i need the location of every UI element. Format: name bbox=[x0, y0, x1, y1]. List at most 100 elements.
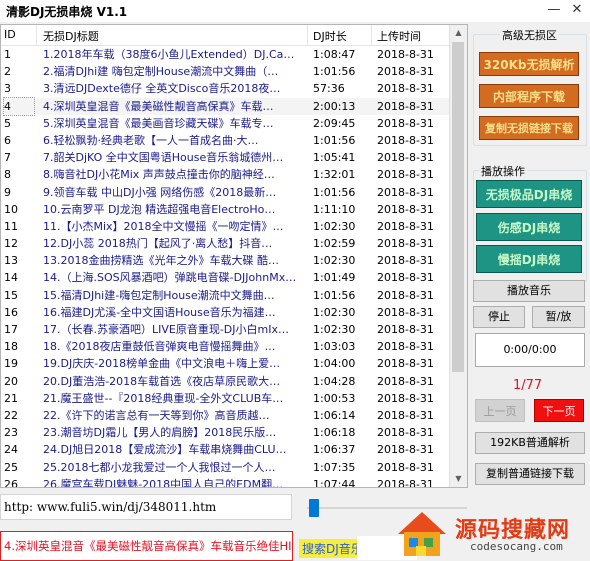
table-row[interactable]: 6 6.轻松飘勃·经典老歌【一人一首成名曲·大… 1:01:56 2018-8-31 bbox=[1, 132, 450, 149]
row-date: 2018-8-31 bbox=[377, 99, 434, 113]
row-id: 2 bbox=[4, 65, 11, 79]
row-duration: 1:01:56 bbox=[313, 185, 356, 199]
row-title: 7.韶关DjKO 全中文国粤语House音乐翁城德州… bbox=[43, 151, 284, 165]
column-date[interactable]: 上传时间 bbox=[377, 28, 421, 44]
table-row[interactable]: 21 21.魔王盛世--『2018经典重现-全外文CLUB车… 1:00:53 201… bbox=[1, 390, 450, 407]
hq-group-label: 高级无损区 bbox=[500, 27, 559, 43]
table-row[interactable]: 13 13.2018金曲捞精选《光年之外》车载大碟 酷… 1:02:30 2018-8… bbox=[1, 252, 450, 269]
sad-mix-button[interactable]: 伤感DJ串烧 bbox=[476, 213, 582, 241]
list-rows: 1 1.2018年车载（38度6小鱼儿Extended）DJ.Ca… 1:08:47… bbox=[1, 46, 450, 488]
row-duration: 2:09:45 bbox=[313, 116, 356, 130]
dj-list[interactable]: ID 无损DJ标题 DJ时长 上传时间 1 1.2018年车载（38度6小鱼儿Ex… bbox=[0, 24, 468, 488]
table-row[interactable]: 10 10.云南罗平 DJ龙泡 精选超强电音ElectroHo… 1:11:10 20… bbox=[1, 201, 450, 218]
row-date: 2018-8-31 bbox=[377, 271, 434, 285]
table-row[interactable]: 19 19.DJ庆庆-2018榜单金曲《中文浪电＋嗨上爱… 1:04:00 2018-… bbox=[1, 355, 450, 372]
row-id: 20 bbox=[4, 374, 18, 388]
table-row[interactable]: 3 3.清远DJDexte德仔 全英文Disco音乐2018夜… 57:36 2018… bbox=[1, 80, 450, 97]
next-page-button[interactable]: 下一页 bbox=[534, 399, 584, 422]
scroll-up-icon[interactable]: ▲ bbox=[450, 25, 467, 41]
table-row[interactable]: 16 16.福建DJ尤溪-全中文国语House音乐为福建… 1:02:30 2018-… bbox=[1, 304, 450, 321]
play-music-button[interactable]: 播放音乐 bbox=[473, 280, 585, 302]
play-group-label: 播放操作 bbox=[479, 163, 527, 179]
stop-button[interactable]: 停止 bbox=[473, 306, 525, 328]
table-row[interactable]: 25 25.2018七都小龙我爱过一个人我恨过一个人… 1:07:35 2018-8-… bbox=[1, 459, 450, 476]
column-divider[interactable] bbox=[371, 25, 372, 45]
scroll-thumb[interactable] bbox=[452, 42, 464, 372]
table-row[interactable]: 4 4.深圳英皇混音《最美磁性靓音高保真》车载… 2:00:13 2018-8-31 bbox=[1, 96, 450, 116]
row-duration: 1:07:44 bbox=[313, 477, 356, 488]
table-row[interactable]: 22 22.《许下的诺言总有一天等到你》高音质越… 1:06:14 2018-8-31 bbox=[1, 407, 450, 424]
row-date: 2018-8-31 bbox=[377, 357, 434, 371]
row-duration: 1:32:01 bbox=[313, 168, 356, 182]
table-row[interactable]: 15 15.福清DJhi建-嗨包定制House潮流中文舞曲… 1:01:56 2018… bbox=[1, 287, 450, 304]
table-row[interactable]: 5 5.深圳英皇混音《最美画音珍藏天碟》车载专… 2:09:45 2018-8-31 bbox=[1, 115, 450, 132]
row-id: 9 bbox=[4, 185, 11, 199]
slow-mix-button[interactable]: 慢摇DJ串烧 bbox=[476, 245, 582, 273]
row-id: 19 bbox=[4, 357, 18, 371]
internal-download-button[interactable]: 内部程序下载 bbox=[479, 84, 579, 108]
table-row[interactable]: 8 8.嗨音社DJ小花Mix 声声鼓点撞击你的脑神经… 1:32:01 2018-8-… bbox=[1, 166, 450, 183]
table-row[interactable]: 1 1.2018年车载（38度6小鱼儿Extended）DJ.Ca… 1:08:47… bbox=[1, 46, 450, 63]
url-field[interactable]: http: www.fuli5.win/dj/348011.htm bbox=[0, 494, 292, 520]
table-row[interactable]: 11 11.【小杰Mix】2018全中文慢摇《一吻定情》… 1:02:30 2018-… bbox=[1, 218, 450, 235]
list-scrollbar[interactable]: ▲ ▼ bbox=[449, 25, 467, 487]
row-duration: 1:06:14 bbox=[313, 408, 356, 422]
table-row[interactable]: 20 20.DJ董浩浩-2018车载首选《夜店草原民歌大… 1:04:28 2018-… bbox=[1, 373, 450, 390]
row-title: 19.DJ庆庆-2018榜单金曲《中文浪电＋嗨上爱… bbox=[43, 357, 281, 371]
column-divider[interactable] bbox=[307, 25, 308, 45]
column-duration[interactable]: DJ时长 bbox=[313, 28, 347, 44]
row-id: 4 bbox=[3, 96, 35, 116]
table-row[interactable]: 17 17.（长春.苏豪酒吧）LIVE原音重现-DJ小白mIx… 1:02:30 20… bbox=[1, 321, 450, 338]
row-title: 25.2018七都小龙我爱过一个人我恨过一个人… bbox=[43, 460, 276, 474]
copy-normal-link-button[interactable]: 复制普通链接下载 bbox=[475, 463, 585, 485]
row-duration: 1:01:56 bbox=[313, 288, 356, 302]
prev-page-button[interactable]: 上一页 bbox=[475, 399, 525, 422]
row-duration: 1:02:30 bbox=[313, 254, 356, 268]
row-date: 2018-8-31 bbox=[377, 460, 434, 474]
column-divider[interactable] bbox=[36, 25, 37, 45]
table-row[interactable]: 26 26.魔宫车载DJ魅魅-2018中国人自己的EDM翻… 1:07:44 2018… bbox=[1, 476, 450, 488]
column-title[interactable]: 无损DJ标题 bbox=[43, 28, 99, 44]
table-row[interactable]: 12 12.DJ小蕊 2018热门【起风了·离人愁】抖音… 1:02:59 2018-… bbox=[1, 235, 450, 252]
table-row[interactable]: 23 23.潮音坊DJ霜儿【男人的肩膀】2018民乐版… 1:06:18 2018-8… bbox=[1, 424, 450, 441]
row-date: 2018-8-31 bbox=[377, 477, 434, 488]
minimize-button[interactable]: — bbox=[545, 2, 563, 18]
table-row[interactable]: 14 14.（上海.SOS风暴酒吧）弹跳电音碟-DJJohnMx… 1:01:49 2… bbox=[1, 269, 450, 286]
row-id: 10 bbox=[4, 202, 18, 216]
row-date: 2018-8-31 bbox=[377, 305, 434, 319]
window-title: 清影DJ无损串烧 V1.1 bbox=[6, 5, 128, 19]
row-id: 21 bbox=[4, 391, 18, 405]
table-row[interactable]: 2 2.福清DJhi建 嗨包定制House潮流中文舞曲（… 1:01:56 2018-… bbox=[1, 63, 450, 80]
row-date: 2018-8-31 bbox=[377, 48, 434, 61]
row-title: 22.《许下的诺言总有一天等到你》高音质越… bbox=[43, 408, 270, 422]
row-duration: 57:36 bbox=[313, 82, 345, 96]
table-row[interactable]: 7 7.韶关DjKO 全中文国粤语House音乐翁城德州… 1:05:41 2018-… bbox=[1, 149, 450, 166]
pause-button[interactable]: 暂/放 bbox=[532, 306, 585, 328]
row-id: 5 bbox=[4, 116, 11, 130]
column-id[interactable]: ID bbox=[4, 28, 16, 41]
title-bar: 清影DJ无损串烧 V1.1 — ✕ bbox=[0, 0, 590, 22]
row-id: 18 bbox=[4, 340, 18, 354]
copy-hq-link-button[interactable]: 复制无损链接下载 bbox=[479, 116, 579, 140]
time-display: 0:00/0:00 bbox=[475, 333, 585, 367]
now-playing-field[interactable]: 4.深圳英皇混音《最美磁性靓音高保真》车载音乐绝佳HIFI bbox=[0, 531, 293, 561]
table-row[interactable]: 24 24.DJ旭日2018【爱成流沙】车载串烧舞曲CLU… 1:06:37 2018… bbox=[1, 441, 450, 458]
table-row[interactable]: 18 18.《2018夜店重鼓低音弹爽电音慢摇舞曲》… 1:03:03 2018-8-… bbox=[1, 338, 450, 355]
row-date: 2018-8-31 bbox=[377, 323, 434, 336]
premium-mix-button[interactable]: 无损极品DJ串烧 bbox=[476, 180, 582, 208]
close-button[interactable]: ✕ bbox=[568, 2, 586, 18]
progress-slider-thumb[interactable] bbox=[309, 499, 319, 517]
row-title: 18.《2018夜店重鼓低音弹爽电音慢摇舞曲》… bbox=[43, 340, 276, 354]
row-duration: 1:03:03 bbox=[313, 340, 356, 354]
table-row[interactable]: 9 9.领音车载 中山DJ小强 网络伤感《2018最新… 1:01:56 2018-8… bbox=[1, 184, 450, 201]
row-title: 21.魔王盛世--『2018经典重现-全外文CLUB车… bbox=[43, 391, 284, 405]
row-duration: 1:02:30 bbox=[313, 219, 356, 233]
row-duration: 1:05:41 bbox=[313, 151, 356, 165]
row-date: 2018-8-31 bbox=[377, 116, 434, 130]
row-title: 14.（上海.SOS风暴酒吧）弹跳电音碟-DJJohnMx… bbox=[43, 271, 297, 285]
hq-parse-320-button[interactable]: 320Kb无损解析 bbox=[479, 52, 579, 76]
row-title: 24.DJ旭日2018【爱成流沙】车载串烧舞曲CLU… bbox=[43, 443, 287, 457]
row-title: 5.深圳英皇混音《最美画音珍藏天碟》车载专… bbox=[43, 116, 274, 130]
scroll-down-icon[interactable]: ▼ bbox=[450, 471, 467, 487]
parse-192-button[interactable]: 192KB普通解析 bbox=[475, 432, 585, 454]
